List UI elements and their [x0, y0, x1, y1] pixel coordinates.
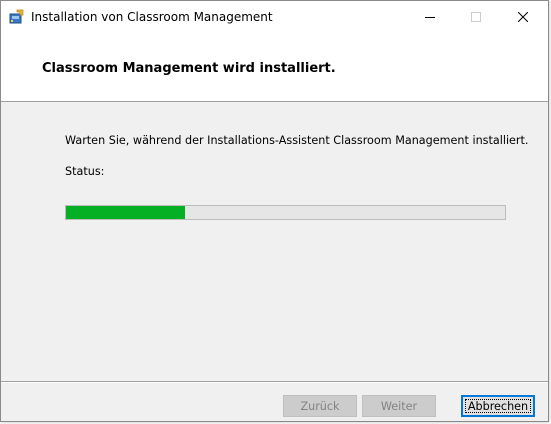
- maximize-icon: [471, 12, 481, 22]
- close-button[interactable]: [499, 1, 547, 33]
- installer-window: Installation von Classroom Management Cl…: [0, 0, 549, 422]
- close-icon: [518, 12, 528, 22]
- wait-message: Warten Sie, während der Installations-As…: [65, 134, 529, 147]
- title-bar[interactable]: Installation von Classroom Management: [1, 1, 548, 34]
- page-title: Classroom Management wird installiert.: [42, 61, 336, 76]
- maximize-button: [453, 1, 499, 33]
- minimize-button[interactable]: [407, 1, 453, 33]
- header-banner: Classroom Management wird installiert.: [1, 34, 548, 102]
- progress-fill: [66, 206, 185, 219]
- cancel-button-label: Abbrechen: [467, 399, 529, 413]
- installer-icon: [9, 9, 25, 25]
- window-title: Installation von Classroom Management: [31, 10, 273, 24]
- cancel-button[interactable]: Abbrechen: [461, 395, 535, 417]
- footer-divider: [1, 381, 548, 383]
- minimize-icon: [425, 17, 435, 18]
- back-button[interactable]: Zurück: [283, 395, 357, 417]
- progress-bar: [65, 205, 506, 220]
- next-button[interactable]: Weiter: [362, 395, 436, 417]
- status-label: Status:: [65, 165, 105, 178]
